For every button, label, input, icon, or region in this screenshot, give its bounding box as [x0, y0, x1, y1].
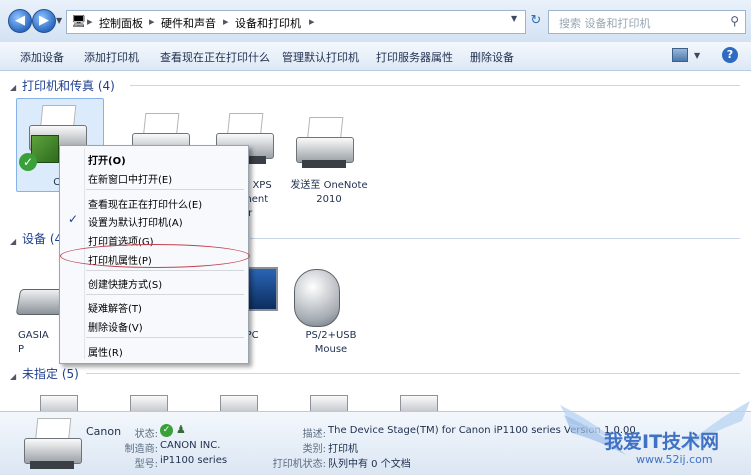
annotation-highlight-ring — [60, 244, 250, 268]
back-icon[interactable]: ◀ — [8, 9, 32, 33]
breadcrumb-separator: ▸ — [149, 15, 155, 28]
section-title-printers[interactable]: 打印机和传真 (4) — [22, 77, 115, 94]
breadcrumb[interactable]: 🖥 ▸ 控制面板 ▸ 硬件和声音 ▸ 设备和打印机 ▸ — [66, 10, 526, 34]
breadcrumb-separator: ▸ — [87, 15, 93, 28]
section-divider — [250, 238, 740, 239]
view-icon[interactable] — [672, 48, 688, 62]
menu-item-properties[interactable]: 属性(R) — [88, 344, 123, 359]
watermark-url: www.52ij.com — [636, 453, 713, 466]
section-divider — [130, 85, 740, 86]
menu-separator — [86, 189, 244, 190]
device-label: 发送至 OneNote 2010 — [290, 180, 368, 205]
menu-item-open[interactable]: 打开(O) — [88, 152, 126, 167]
toolbar-add-printer-button[interactable]: 添加打印机 — [84, 49, 139, 65]
toolbar-print-server-button[interactable]: 打印服务器属性 — [376, 49, 453, 65]
menu-item-open-new-window[interactable]: 在新窗口中打开(E) — [88, 171, 172, 186]
search-icon: ⚲ — [730, 14, 739, 28]
menu-separator — [86, 337, 244, 338]
details-category: 打印机 — [328, 444, 358, 455]
menu-item-set-default[interactable]: 设置为默认打印机(A) — [88, 214, 183, 229]
collapse-arrow-icon[interactable]: ◢ — [10, 237, 16, 246]
check-icon: ✓ — [19, 153, 37, 171]
breadcrumb-separator: ▸ — [223, 15, 229, 28]
device-icon[interactable] — [220, 395, 258, 412]
check-icon: ✓ — [160, 424, 173, 437]
breadcrumb-separator: ▸ — [309, 15, 315, 28]
device-label: GASIA P — [18, 330, 49, 355]
toolbar-add-device-button[interactable]: 添加设备 — [20, 49, 64, 65]
help-icon[interactable]: ? — [722, 47, 738, 63]
device-icon[interactable] — [400, 395, 438, 412]
recent-pages-dropdown-icon[interactable]: ▼ — [56, 16, 62, 25]
collapse-arrow-icon[interactable]: ◢ — [10, 83, 16, 92]
device-icon[interactable] — [310, 395, 348, 412]
device-label: PS/2+USB Mouse — [305, 330, 357, 355]
check-icon: ✓ — [68, 212, 79, 226]
menu-item-create-shortcut[interactable]: 创建快捷方式(S) — [88, 276, 162, 291]
section-divider — [86, 373, 740, 374]
mouse-icon[interactable] — [294, 269, 340, 327]
view-dropdown-icon[interactable]: ▼ — [694, 51, 700, 60]
breadcrumb-item-control-panel[interactable]: 控制面板 — [99, 15, 143, 31]
menu-item-troubleshoot[interactable]: 疑难解答(T) — [88, 300, 142, 315]
details-manufacturer-label: 制造商: — [124, 444, 158, 455]
printer-icon — [18, 416, 86, 474]
control-panel-icon: 🖥 — [71, 14, 87, 28]
breadcrumb-item-hardware-sound[interactable]: 硬件和声音 — [161, 15, 216, 31]
toolbar-manage-default-button[interactable]: 管理默认打印机 — [282, 49, 359, 65]
refresh-icon[interactable]: ↻ — [528, 10, 544, 32]
details-manufacturer: CANON INC. — [160, 440, 221, 451]
details-printer-status-label: 打印机状态: — [272, 459, 326, 470]
collapse-arrow-icon[interactable]: ◢ — [10, 372, 16, 381]
section-title-devices[interactable]: 设备 (4 — [22, 230, 62, 247]
menu-item-see-printing[interactable]: 查看现在正在打印什么(E) — [88, 196, 202, 211]
watermark: 我爱IT技术网 www.52ij.com — [560, 395, 750, 474]
address-dropdown-icon[interactable]: ▼ — [511, 14, 517, 23]
search-input[interactable]: 搜索 设备和打印机 ⚲ — [548, 10, 746, 34]
toolbar-remove-device-button[interactable]: 删除设备 — [470, 49, 514, 65]
device-icon[interactable] — [40, 395, 78, 412]
device-icon[interactable] — [130, 395, 168, 412]
details-printer-status: 队列中有 0 个文档 — [328, 459, 411, 470]
details-model: iP1100 series — [160, 455, 228, 466]
menu-item-remove-device[interactable]: 删除设备(V) — [88, 319, 143, 334]
details-state-label: 状态: — [134, 429, 158, 440]
section-title-unspecified[interactable]: 未指定 (5) — [22, 365, 79, 382]
menu-separator — [86, 294, 244, 295]
breadcrumb-item-devices-printers[interactable]: 设备和打印机 — [235, 15, 301, 31]
toolbar-see-printing-button[interactable]: 查看现在正在打印什么 — [160, 49, 270, 65]
details-category-label: 类别: — [302, 444, 326, 455]
users-icon: ♟ — [176, 423, 186, 436]
search-placeholder: 搜索 设备和打印机 — [559, 17, 651, 30]
details-model-label: 型号: — [134, 459, 158, 470]
watermark-title: 我爱IT技术网 — [604, 431, 720, 453]
menu-separator — [86, 270, 244, 271]
address-bar: ◀ ▶ ▼ 🖥 ▸ 控制面板 ▸ 硬件和声音 ▸ 设备和打印机 ▸ ▼ ↻ 搜索… — [0, 0, 751, 43]
command-toolbar: 添加设备 添加打印机 查看现在正在打印什么 管理默认打印机 打印服务器属性 删除… — [0, 42, 751, 71]
forward-icon[interactable]: ▶ — [32, 9, 56, 33]
details-description-label: 描述: — [302, 429, 326, 440]
details-device-name: Canon — [86, 425, 122, 438]
printer-icon[interactable] — [290, 115, 358, 173]
